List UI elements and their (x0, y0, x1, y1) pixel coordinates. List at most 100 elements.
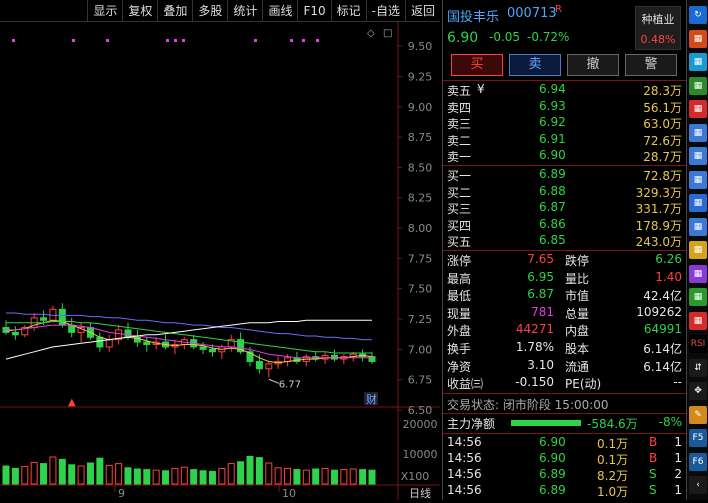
tick-volume: 0.1万 (597, 437, 629, 451)
event-marker (316, 39, 319, 42)
toolbar-item-9[interactable]: 返回 (404, 0, 440, 22)
toolbar-item-3[interactable]: 多股 (192, 0, 227, 22)
sell-button[interactable]: 卖 (509, 54, 561, 76)
stat-value: 44271 (515, 322, 554, 337)
toolbar-item-1[interactable]: 复权 (122, 0, 157, 22)
volume-bar (246, 455, 254, 485)
bid-label: 买二 (447, 185, 472, 200)
volume-tick-label: 10000 (403, 448, 438, 461)
tick-time: 14:56 (447, 451, 482, 465)
ask-row[interactable]: 卖五 ¥6.94 28.3万 (447, 82, 682, 100)
alert-button[interactable]: 警 (625, 54, 677, 76)
square-icon[interactable]: □ (383, 28, 392, 39)
bid-price: 6.89 (539, 167, 566, 181)
sort-icon[interactable]: ⇵ (689, 358, 707, 377)
price-tick-label: 7.25 (408, 313, 433, 326)
stat-value: 6.14亿 (643, 342, 682, 356)
tick-row: 14:56 6.89 1.0万 S 1 (447, 483, 682, 501)
bid-row[interactable]: 买五 6.85 243.0万 (447, 233, 682, 251)
volume-bar (86, 462, 94, 485)
period-label[interactable]: 日线 (409, 486, 431, 500)
ask-label: 卖二 (447, 133, 472, 148)
bars3-icon[interactable]: ▦ (689, 311, 707, 330)
stat-value: 6.14亿 (643, 359, 682, 374)
bid-price: 6.88 (539, 183, 566, 198)
event-arrow-icon[interactable]: ▲ (68, 397, 76, 408)
volume-bar (349, 468, 357, 485)
pie-icon[interactable]: ▦ (689, 241, 707, 259)
collapse-icon[interactable]: ‹ (689, 476, 707, 494)
move-icon[interactable]: ✥ (689, 382, 707, 400)
ask-row[interactable]: 卖一 6.90 28.7万 (447, 148, 682, 166)
table2-icon[interactable]: ▦ (689, 170, 707, 189)
toolbar-item-6[interactable]: F10 (297, 0, 330, 22)
kline-chart[interactable]: 9.50 9.25 9.00 8.75 8.50 8.25 8.00 7.75 7.50 7.25… (0, 22, 440, 500)
buy-button[interactable]: 买 (451, 54, 503, 76)
toolbar-item-7[interactable]: 标记 (330, 0, 366, 22)
bid-row[interactable]: 买三 6.87 331.7万 (447, 200, 682, 218)
table-icon[interactable]: ▦ (689, 147, 707, 165)
rsi-icon[interactable]: RSI (689, 335, 707, 353)
ask-volume: 28.7万 (643, 150, 682, 164)
pencil-icon[interactable]: ✎ (689, 405, 707, 424)
list-icon[interactable]: ▦ (689, 53, 707, 71)
volume-bar (115, 463, 123, 485)
stat-value: 7.65 (527, 252, 554, 266)
price-tick-label: 8.25 (408, 192, 433, 205)
stock-name[interactable]: 国投丰乐 (447, 6, 499, 25)
layout-icon[interactable]: ▦ (689, 194, 707, 212)
bid-volume: 178.9万 (635, 218, 682, 233)
toolbar-item-5[interactable]: 画线 (262, 0, 297, 22)
bid-volume: 329.3万 (635, 185, 682, 200)
chart-toolbar: 显示 复权 叠加 多股 统计 画线 F10 标记 -自选 返回 (0, 0, 440, 22)
event-marker (174, 39, 177, 42)
stat-label: 流通 (565, 359, 590, 374)
sector-box[interactable]: 种植业 0.48% (635, 6, 681, 50)
tick-time: 14:56 (447, 435, 482, 449)
volume-bar (21, 466, 29, 485)
chart-icon[interactable]: ▦ (689, 76, 707, 95)
stat-row: 最低 6.87 市值 42.4亿 (447, 287, 682, 305)
grid-icon[interactable]: ▦ (689, 29, 707, 48)
timeshare-icon[interactable]: ▦ (689, 288, 707, 306)
price-tick-label: 6.50 (408, 404, 433, 417)
bars-icon[interactable]: ▦ (689, 123, 707, 142)
f5-icon[interactable]: F5 (689, 429, 707, 447)
toolbar-item-4[interactable]: 统计 (227, 0, 262, 22)
bid-price: 6.85 (539, 233, 566, 247)
right-sidebar: ↻ ▦ ▦ ▦ ▦ ▦ ▦ ▦ ▦ ▦ ▦ ▦ ▦ ▦ RSI ⇵ ✥ ✎ F5 F6 ‹ (686, 0, 708, 500)
stock-code[interactable]: 000713 (507, 6, 557, 21)
ask-row[interactable]: 卖二 6.91 72.6万 (447, 132, 682, 150)
stat-value: 1.40 (655, 269, 682, 284)
toolbar-item-2[interactable]: 叠加 (157, 0, 192, 22)
cancel-button[interactable]: 撤 (567, 54, 619, 76)
tick-time: 14:56 (447, 483, 482, 497)
stat-label: PE(动) (565, 377, 602, 392)
stat-value: -0.150 (515, 375, 554, 390)
volume-bar (68, 464, 76, 485)
bid-row[interactable]: 买一 6.89 72.8万 (447, 167, 682, 185)
bid-row[interactable]: 买二 6.88 329.3万 (447, 184, 682, 202)
bid-row[interactable]: 买四 6.86 178.9万 (447, 217, 682, 235)
volume-tick-label: 20000 (403, 418, 438, 431)
volume-bar (265, 462, 273, 485)
diamond-icon[interactable]: ◇ (367, 28, 375, 39)
f6-icon[interactable]: F6 (689, 452, 707, 471)
toolbar-item-8[interactable]: -自选 (365, 0, 405, 22)
ask-row[interactable]: 卖四 6.93 56.1万 (447, 99, 682, 117)
toolbar-item-0[interactable]: 显示 (87, 0, 122, 22)
kline-icon[interactable]: ▦ (689, 100, 707, 118)
ask-row[interactable]: 卖三 6.92 63.0万 (447, 115, 682, 133)
price-tick-label: 9.50 (408, 40, 433, 53)
price-tick-label: 7.00 (408, 343, 433, 356)
bars2-icon[interactable]: ▦ (689, 217, 707, 236)
price-tick-label: 8.50 (408, 161, 433, 174)
kline-svg[interactable]: 9.50 9.25 9.00 8.75 8.50 8.25 8.00 7.75 7.50 7.25… (0, 22, 440, 500)
block-icon[interactable]: ▦ (689, 264, 707, 283)
stat-row: 涨停 7.65 跌停 6.26 (447, 252, 682, 270)
stat-label: 涨停 (447, 254, 472, 268)
event-marker (12, 39, 15, 42)
finance-badge[interactable]: 财 (366, 392, 377, 406)
refresh-icon[interactable]: ↻ (689, 6, 707, 24)
price-pct: -0.72% (527, 30, 570, 44)
